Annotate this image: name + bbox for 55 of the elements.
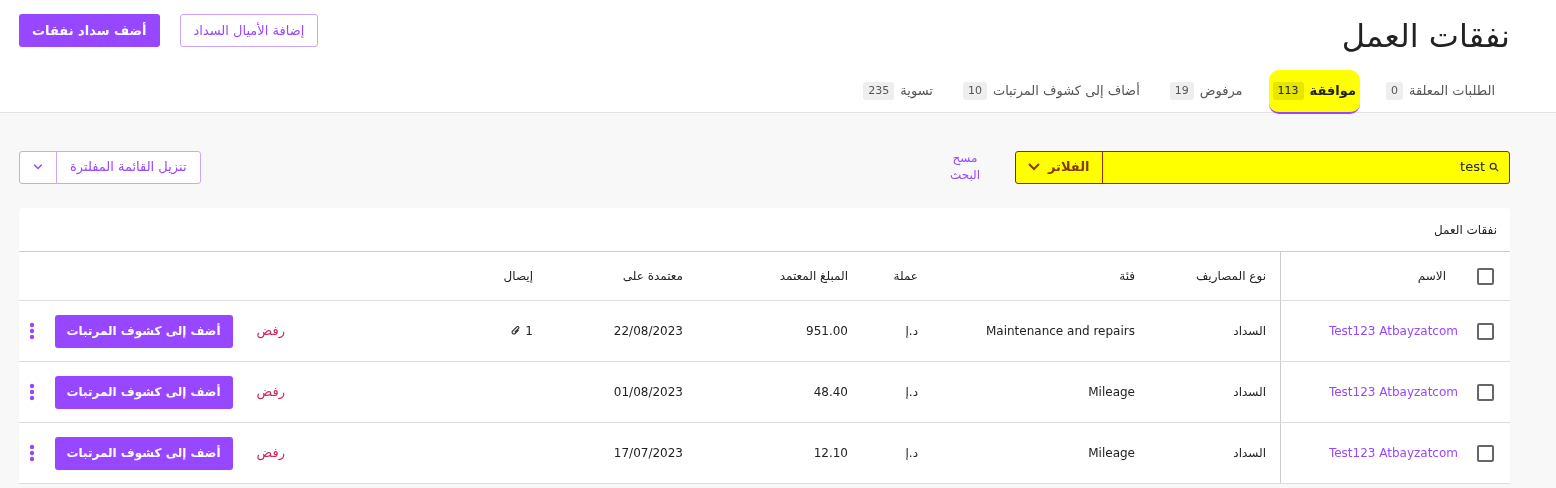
table-cell-text: د.إ: [905, 323, 918, 340]
more-options-icon[interactable]: [28, 383, 35, 401]
table-cell-text: Mileage: [1088, 445, 1135, 462]
reject-link[interactable]: رفض: [256, 443, 285, 463]
column-header: المبلغ المعتمد: [779, 268, 848, 285]
filters-button[interactable]: الفلاتر: [1016, 151, 1102, 183]
employee-link[interactable]: Test123 Atbayzatcom: [1328, 322, 1458, 340]
table-cell-text: السداد: [1233, 323, 1266, 340]
table-cell-text: السداد: [1233, 384, 1266, 401]
page-title: نفقات العمل: [1341, 16, 1510, 56]
column-header: معتمدة على: [622, 268, 683, 285]
add-to-payroll-button[interactable]: أضف إلى كشوف المرتبات: [54, 375, 233, 409]
add-to-payroll-button[interactable]: أضف إلى كشوف المرتبات: [54, 436, 233, 470]
checkbox[interactable]: [1476, 322, 1494, 340]
column-header: نوع المصاريف: [1195, 268, 1266, 285]
checkbox[interactable]: [1476, 444, 1494, 462]
column-header: إيصال: [503, 268, 533, 285]
table-title: نفقات العمل: [1433, 221, 1497, 239]
tab-count: 10: [962, 81, 987, 101]
table-cell-text: 48.40: [813, 384, 848, 401]
tab-count: 113: [1272, 81, 1304, 101]
table-cell-text: 12.10: [813, 445, 848, 462]
table-cell-text: Maintenance and repairs: [985, 323, 1135, 340]
more-options-icon[interactable]: [28, 322, 35, 340]
reject-link[interactable]: رفض: [256, 321, 285, 341]
receipt-count: 1: [525, 323, 533, 340]
table-cell-text: السداد: [1233, 445, 1266, 462]
chevron-down-icon: [33, 164, 43, 170]
search-field[interactable]: test: [1101, 151, 1509, 183]
tab-count: 0: [1386, 81, 1403, 101]
column-header: عملة: [893, 268, 918, 285]
paperclip-icon: [511, 326, 522, 336]
checkbox[interactable]: [1476, 267, 1494, 285]
reject-link[interactable]: رفض: [256, 382, 285, 402]
employee-link[interactable]: Test123 Atbayzatcom: [1328, 444, 1458, 462]
header-button[interactable]: إضافة الأميال السداد: [179, 14, 319, 47]
table-cell-text: د.إ: [905, 384, 918, 401]
table-cell-text: Mileage: [1088, 384, 1135, 401]
checkbox[interactable]: [1476, 383, 1494, 401]
table-cell-text: 951.00: [806, 323, 848, 340]
column-header: الاسم: [1417, 268, 1446, 285]
employee-link[interactable]: Test123 Atbayzatcom: [1328, 383, 1458, 401]
search-icon: [1489, 162, 1499, 172]
table-cell-text: 17/07/2023: [613, 445, 683, 462]
tab-count: 235: [863, 81, 895, 101]
table-cell-text: 01/08/2023: [613, 384, 683, 401]
more-options-icon[interactable]: [28, 444, 35, 462]
clear-search-link[interactable]: مسح البحث: [945, 150, 985, 184]
tab-count: 19: [1169, 81, 1194, 101]
table-cell-text: 22/08/2023: [613, 323, 683, 340]
header-button[interactable]: أضف سداد نفقات: [19, 14, 160, 47]
chevron-down-icon: [1028, 163, 1040, 171]
add-to-payroll-button[interactable]: أضف إلى كشوف المرتبات: [54, 314, 233, 348]
column-header: فئة: [1119, 268, 1135, 285]
table-cell-text: د.إ: [905, 445, 918, 462]
